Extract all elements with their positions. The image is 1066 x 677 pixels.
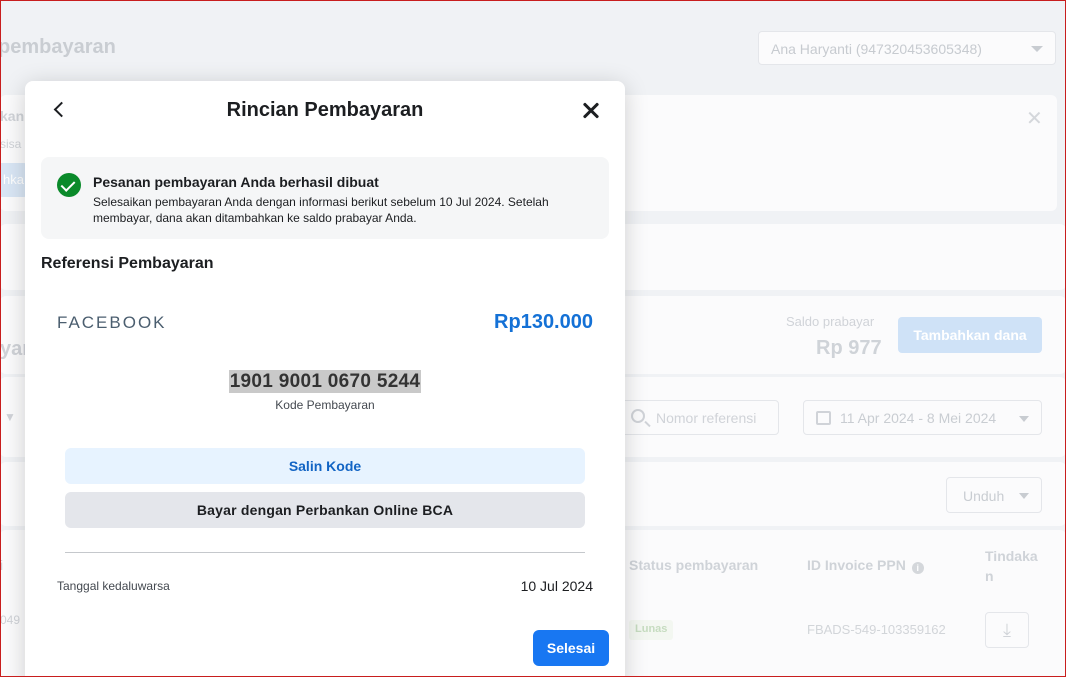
reference-search-input[interactable]: Nomor referensi xyxy=(620,400,779,435)
date-range-picker[interactable]: 11 Apr 2024 - 8 Mei 2024 xyxy=(803,400,1042,435)
payment-code-value[interactable]: 1901 9001 0670 5244 xyxy=(228,370,422,393)
chevron-down-icon xyxy=(1031,46,1043,52)
calendar-icon xyxy=(816,411,831,425)
balance-value: Rp 977 xyxy=(816,337,882,359)
expiry-date: 10 Jul 2024 xyxy=(520,578,593,594)
close-icon[interactable] xyxy=(579,99,603,123)
check-circle-icon xyxy=(57,173,81,197)
copy-code-button[interactable]: Salin Kode xyxy=(65,448,585,484)
download-dropdown[interactable]: Unduh xyxy=(946,477,1042,513)
notice-button-fragment[interactable]: hka xyxy=(0,163,28,197)
done-button[interactable]: Selesai xyxy=(533,630,609,666)
divider xyxy=(65,552,585,553)
payment-reference-heading: Referensi Pembayaran xyxy=(41,255,214,272)
notice-text-fragment: sisa xyxy=(0,137,22,151)
column-header-invoice-label: ID Invoice PPN xyxy=(807,557,906,573)
payment-code[interactable]: 1901 9001 0670 5244 xyxy=(25,370,625,393)
info-icon[interactable]: i xyxy=(911,562,924,574)
row-id-fragment: 049 xyxy=(0,613,21,627)
expiry-label: Tanggal kedaluwarsa xyxy=(57,579,170,593)
payment-code-label: Kode Pembayaran xyxy=(275,398,375,412)
chevron-down-icon xyxy=(1019,493,1029,499)
invoice-id: FBADS-549-103359162 xyxy=(807,622,946,637)
status-badge: Lunas xyxy=(629,620,674,640)
success-notice: Pesanan pembayaran Anda berhasil dibuat … xyxy=(41,157,609,239)
balance-label: Saldo prabayar xyxy=(786,314,875,329)
notice-title-fragment: kan xyxy=(0,108,25,124)
success-message: Selesaikan pembayaran Anda dengan inform… xyxy=(93,195,549,225)
reference-search-placeholder: Nomor referensi xyxy=(656,410,757,426)
add-funds-button[interactable]: Tambahkan dana xyxy=(898,317,1042,353)
modal-title: Rincian Pembayaran xyxy=(226,99,424,121)
success-title: Pesanan pembayaran Anda berhasil dibuat xyxy=(93,174,379,190)
payment-details-modal: Rincian Pembayaran Pesanan pembayaran An… xyxy=(25,81,625,677)
payment-amount: Rp130.000 xyxy=(494,311,593,333)
page-title: pembayaran xyxy=(0,36,116,58)
column-header-actions: Tindakan xyxy=(985,548,1038,584)
column-header-invoice: ID Invoice PPN i xyxy=(807,557,924,574)
account-select-value: Ana Haryanti (947320453605348) xyxy=(771,41,982,57)
date-range-value: 11 Apr 2024 - 8 Mei 2024 xyxy=(840,410,997,426)
column-header-status: Status pembayaran xyxy=(629,557,759,573)
download-invoice-button[interactable]: ⤓ xyxy=(985,612,1029,648)
download-label: Unduh xyxy=(963,488,1005,504)
chevron-down-icon xyxy=(1019,416,1029,422)
pay-bca-online-button[interactable]: Bayar dengan Perbankan Online BCA xyxy=(65,492,585,528)
search-icon xyxy=(631,409,645,423)
column-header-fragment: i xyxy=(0,557,4,573)
account-select[interactable]: Ana Haryanti (947320453605348) xyxy=(758,31,1056,65)
close-icon[interactable]: ✕ xyxy=(1026,106,1043,131)
facebook-logo: FACEBOOK xyxy=(57,313,167,332)
download-icon: ⤓ xyxy=(1003,620,1011,640)
chevron-down-icon[interactable]: ▼ xyxy=(4,410,16,424)
